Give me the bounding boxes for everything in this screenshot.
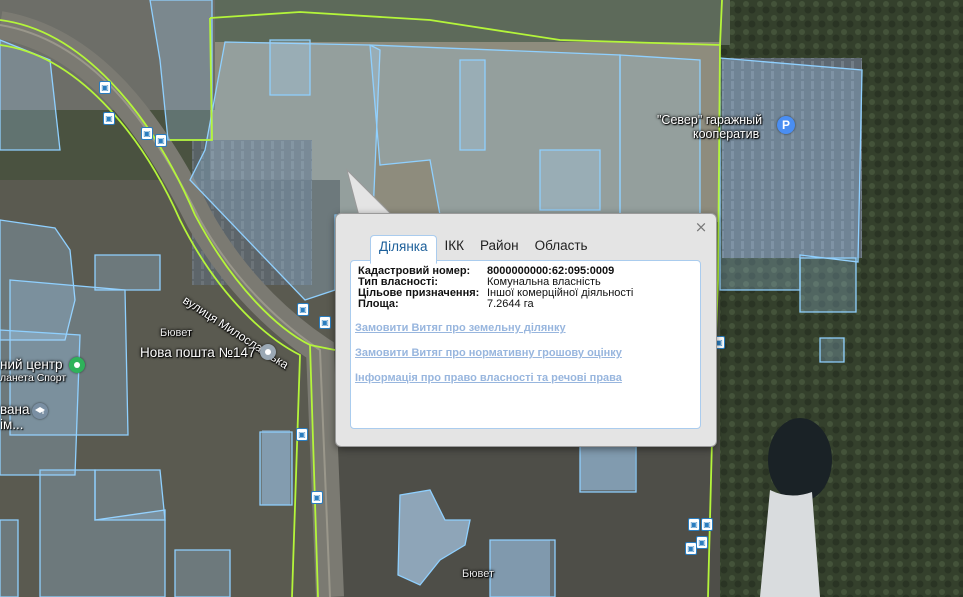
school-icon[interactable] xyxy=(32,403,48,419)
area-label: Площа: xyxy=(358,298,399,310)
nova-poshta-label[interactable]: Нова пошта №147 xyxy=(140,345,255,360)
bus-stop-icon[interactable]: ▣ xyxy=(311,491,323,504)
buvet-label-top[interactable]: Бювет xyxy=(160,327,192,339)
attribute-row: Площа: 7.2644 га xyxy=(355,299,636,310)
bus-stop-icon[interactable]: ▣ xyxy=(696,536,708,549)
sport-center-label-line1[interactable]: ний центр xyxy=(0,357,63,372)
tab-ikk[interactable]: ІКК xyxy=(437,235,472,261)
bus-stop-icon[interactable]: ▣ xyxy=(99,81,111,94)
parking-pin-icon[interactable]: P xyxy=(777,116,795,134)
order-valuation-extract-link[interactable]: Замовити Витяг про нормативну грошову оц… xyxy=(355,347,700,359)
garage-label-line2[interactable]: кооператив xyxy=(693,127,759,141)
location-pin-icon[interactable] xyxy=(260,344,276,360)
bus-stop-icon[interactable]: ▣ xyxy=(701,518,713,531)
tab-parcel[interactable]: Ділянка xyxy=(370,235,437,264)
parcel-info-panel: Кадастровий номер: 8000000000:62:095:000… xyxy=(350,260,701,429)
garage-label-line1[interactable]: "Север" гаражный xyxy=(657,113,762,127)
popup-tabs: Ділянка ІКК Район Область xyxy=(370,235,596,264)
bus-stop-icon[interactable]: ▣ xyxy=(296,428,308,441)
bus-stop-icon[interactable]: ▣ xyxy=(319,316,331,329)
area-value: 7.2644 га xyxy=(487,298,534,310)
parcel-info-popup: × Ділянка ІКК Район Область Кадастровий … xyxy=(335,213,717,447)
parcel-attributes-table: Кадастровий номер: 8000000000:62:095:000… xyxy=(355,266,636,310)
order-parcel-extract-link[interactable]: Замовити Витяг про земельну ділянку xyxy=(355,322,700,334)
tab-district[interactable]: Район xyxy=(472,235,527,261)
pond xyxy=(768,418,832,502)
sport-center-label-line2[interactable]: ланета Спорт xyxy=(0,372,66,384)
sport-pin-icon[interactable] xyxy=(69,357,85,373)
bus-stop-icon[interactable]: ▣ xyxy=(297,303,309,316)
forest-north xyxy=(210,0,730,45)
pond-ice xyxy=(760,490,820,597)
bus-stop-icon[interactable]: ▣ xyxy=(103,112,115,125)
bus-stop-icon[interactable]: ▣ xyxy=(155,134,167,147)
school-label-line1[interactable]: вана xyxy=(0,402,30,417)
school-label-line2[interactable]: ім... xyxy=(0,417,24,432)
tab-region[interactable]: Область xyxy=(527,235,596,261)
close-icon[interactable]: × xyxy=(694,220,708,235)
bus-stop-icon[interactable]: ▣ xyxy=(685,542,697,555)
ownership-info-link[interactable]: Інформація про право власності та речові… xyxy=(355,372,700,384)
buvet-label-bottom[interactable]: Бювет xyxy=(462,568,494,580)
bus-stop-icon[interactable]: ▣ xyxy=(688,518,700,531)
bus-stop-icon[interactable]: ▣ xyxy=(141,127,153,140)
